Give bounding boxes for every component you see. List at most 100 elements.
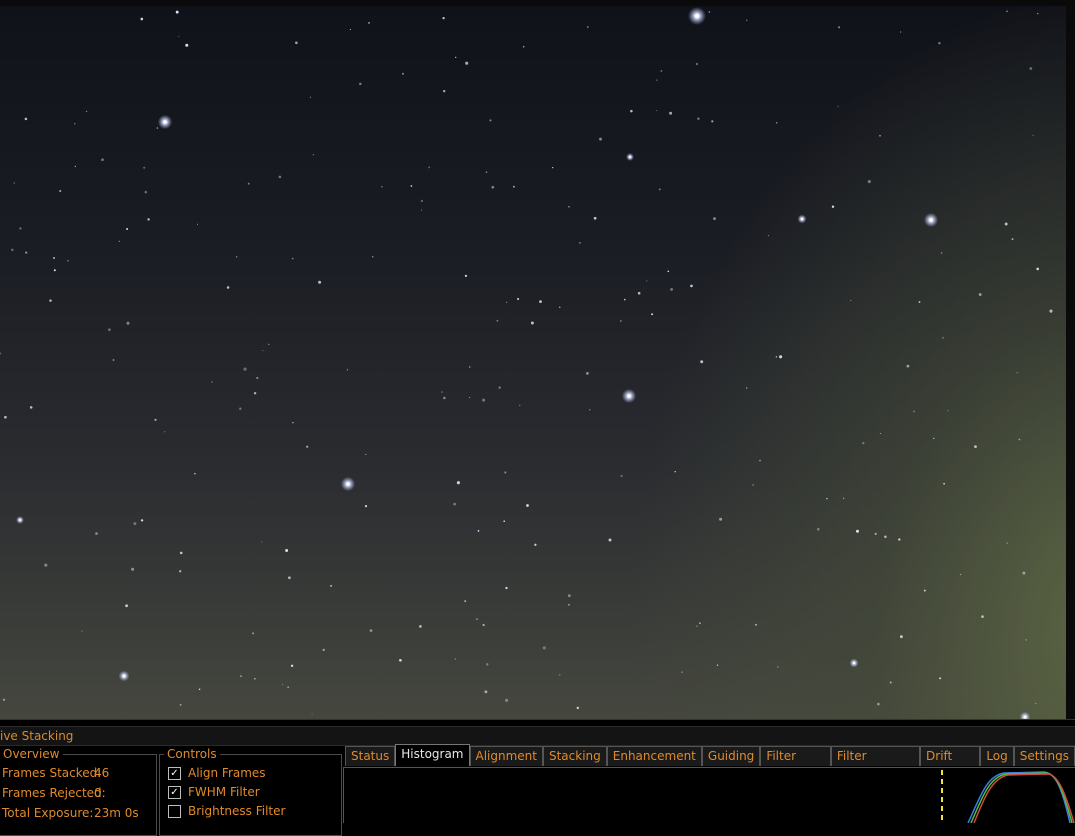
faint-star: [59, 189, 62, 193]
tab-alignment[interactable]: Alignment: [469, 746, 543, 766]
histogram-plot: [941, 770, 1075, 824]
fwhm-filter-label: FWHM Filter: [188, 785, 260, 799]
faint-star: [696, 625, 698, 627]
bright-star-core: [346, 482, 350, 486]
faint-star: [185, 43, 189, 47]
faint-star: [656, 79, 658, 81]
faint-star: [505, 698, 509, 702]
faint-star: [318, 280, 322, 284]
faint-star: [25, 251, 28, 254]
tab-log[interactable]: Log: [980, 746, 1014, 766]
tab-histogram[interactable]: Histogram: [395, 744, 470, 766]
faint-star: [491, 185, 495, 189]
faint-star: [95, 532, 98, 535]
faint-star: [693, 14, 695, 16]
faint-star: [0, 352, 2, 355]
tab-drift-graph[interactable]: Drift Graph: [920, 746, 981, 782]
faint-star: [126, 321, 130, 325]
faint-star: [485, 171, 488, 173]
tab-filter-fwhm[interactable]: Filter (FWHM): [760, 746, 831, 782]
faint-star: [268, 343, 270, 345]
faint-star: [906, 364, 910, 368]
faint-star: [646, 280, 648, 282]
align-frames-check-icon[interactable]: ✓: [168, 766, 181, 780]
faint-star: [700, 360, 704, 364]
faint-star: [401, 72, 405, 75]
faint-star: [755, 623, 757, 626]
tab-stacking[interactable]: Stacking: [542, 746, 607, 766]
faint-star: [933, 437, 935, 440]
panel-title: ive Stacking: [0, 726, 1075, 746]
faint-star: [179, 551, 183, 555]
faint-star: [309, 96, 312, 98]
align-frames-checkbox[interactable]: ✓ Align Frames: [168, 765, 266, 781]
faint-star: [247, 182, 250, 185]
tab-status[interactable]: Status: [345, 746, 396, 766]
live-stacking-panel: ive Stacking Overview Frames Stacked: 46…: [0, 719, 1075, 836]
faint-star: [1006, 542, 1008, 544]
faint-star: [278, 175, 282, 179]
faint-star: [960, 573, 962, 576]
fwhm-filter-checkbox[interactable]: ✓ FWHM Filter: [168, 784, 260, 800]
histogram-view[interactable]: [343, 767, 1075, 824]
faint-star: [365, 453, 367, 456]
brightness-filter-check-icon[interactable]: [168, 804, 181, 818]
faint-star: [112, 359, 115, 361]
faint-star: [586, 372, 589, 375]
faint-star: [262, 349, 264, 352]
tab-enhancement[interactable]: Enhancement: [606, 746, 702, 766]
faint-star: [534, 543, 537, 546]
faint-star: [942, 337, 944, 339]
faint-star: [108, 328, 111, 332]
faint-star: [381, 185, 383, 188]
faint-star: [719, 517, 723, 521]
faint-star: [512, 185, 515, 188]
faint-star: [11, 248, 14, 252]
faint-star: [251, 632, 255, 635]
faint-star: [239, 407, 242, 410]
faint-star: [13, 182, 15, 184]
tab-filter-brightness[interactable]: Filter (Brightness): [830, 746, 921, 782]
faint-star: [1006, 10, 1008, 13]
faint-star: [198, 688, 201, 690]
faint-star: [154, 418, 157, 421]
faint-star: [125, 604, 128, 608]
faint-star: [884, 535, 887, 539]
faint-star: [939, 677, 942, 680]
faint-star: [144, 190, 148, 194]
faint-star: [576, 706, 579, 710]
faint-star: [455, 56, 457, 59]
faint-star: [369, 629, 373, 632]
bright-star-core: [163, 120, 167, 124]
fwhm-filter-check-icon[interactable]: ✓: [168, 785, 181, 799]
faint-star: [290, 664, 294, 667]
brightness-filter-checkbox[interactable]: Brightness Filter: [168, 803, 285, 819]
faint-star: [817, 527, 820, 531]
faint-star: [85, 110, 88, 113]
faint-star: [53, 269, 56, 272]
faint-star: [505, 586, 508, 590]
frames-rejected-label: Frames Rejected:: [2, 786, 106, 800]
bright-star-core: [800, 217, 804, 221]
faint-star: [775, 356, 778, 358]
align-frames-label: Align Frames: [188, 766, 266, 780]
faint-star: [359, 82, 362, 86]
faint-star: [74, 165, 77, 168]
faint-star: [690, 284, 693, 288]
faint-star: [477, 530, 480, 532]
faint-star: [419, 625, 422, 628]
faint-star: [456, 481, 460, 485]
tab-guiding[interactable]: Guiding: [701, 746, 761, 766]
faint-star: [194, 472, 196, 475]
faint-star: [1018, 438, 1021, 441]
faint-star: [559, 674, 561, 676]
tab-settings[interactable]: Settings: [1013, 746, 1075, 766]
faint-star: [867, 180, 871, 184]
faint-star: [855, 529, 860, 533]
faint-star: [713, 217, 716, 220]
faint-star: [261, 541, 263, 543]
faint-star: [697, 117, 700, 120]
faint-star: [699, 622, 701, 624]
controls-legend: Controls: [164, 747, 220, 761]
faint-star: [831, 205, 835, 208]
